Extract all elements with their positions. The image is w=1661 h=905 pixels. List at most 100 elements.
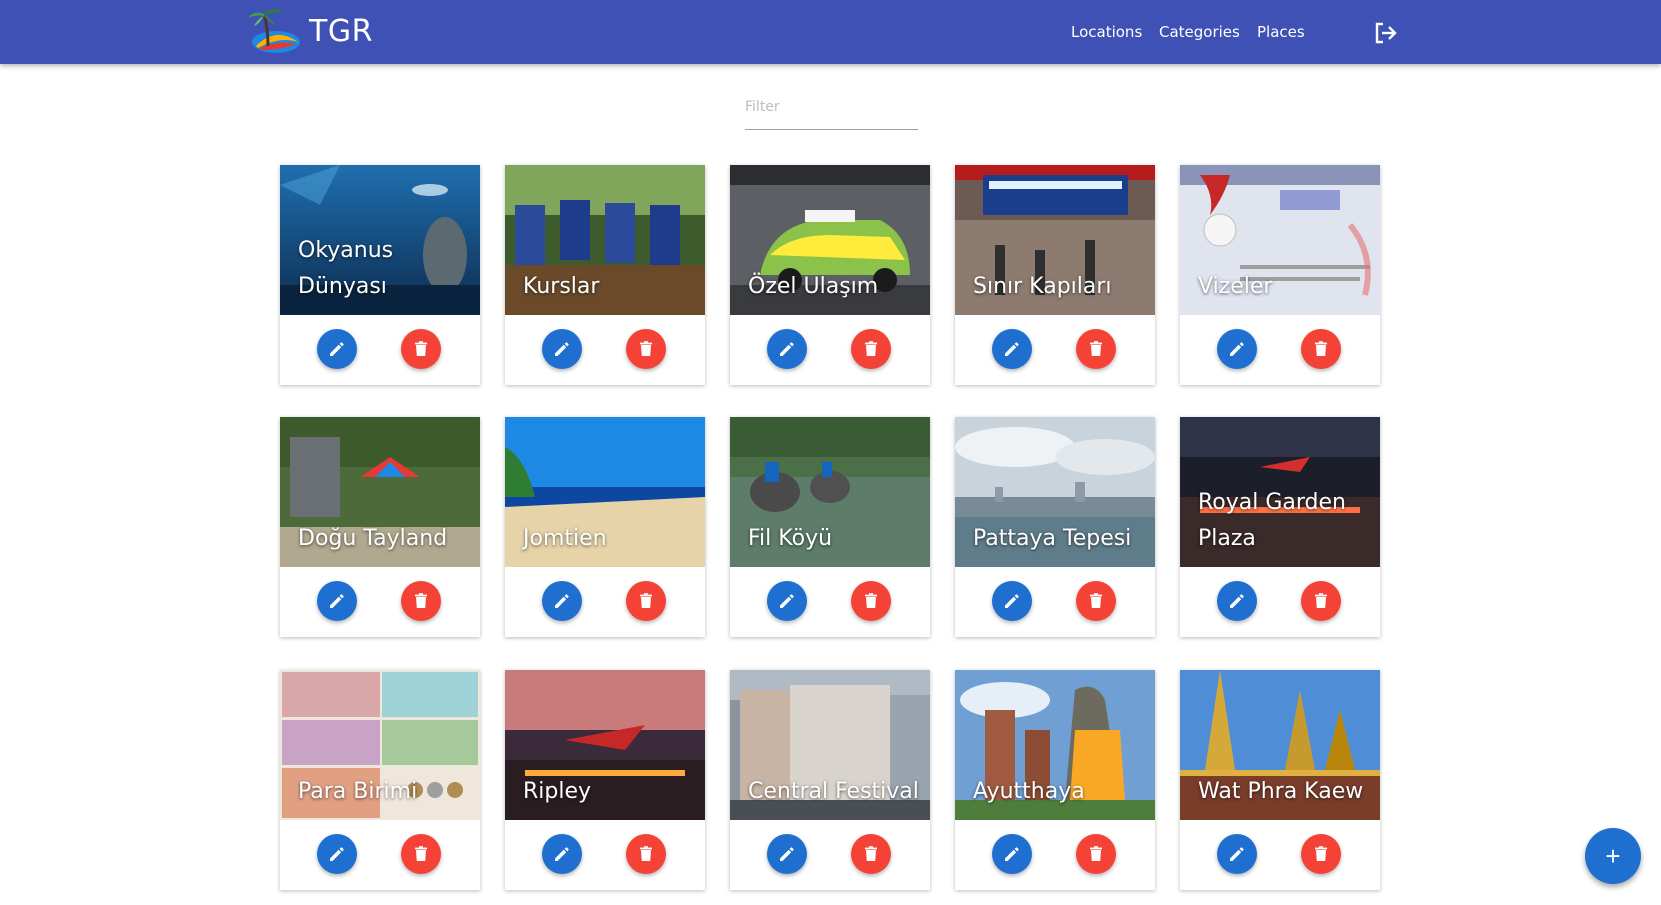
delete-button[interactable] — [401, 581, 441, 621]
edit-button[interactable] — [992, 834, 1032, 874]
trash-icon — [411, 591, 431, 611]
place-title: Ripley — [523, 779, 592, 804]
pencil-icon — [327, 844, 347, 864]
place-image[interactable]: Vizeler — [1180, 165, 1380, 315]
delete-button[interactable] — [1301, 834, 1341, 874]
delete-button[interactable] — [851, 581, 891, 621]
edit-button[interactable] — [542, 329, 582, 369]
place-title: Royal Garden Plaza — [1198, 490, 1346, 551]
place-image[interactable]: Fil Köyü — [730, 417, 930, 567]
pencil-icon — [777, 844, 797, 864]
place-card: Vizeler — [1180, 165, 1380, 385]
delete-button[interactable] — [626, 581, 666, 621]
place-image[interactable]: Para Birimi — [280, 670, 480, 820]
place-image[interactable]: Doğu Tayland — [280, 417, 480, 567]
edit-button[interactable] — [1217, 581, 1257, 621]
add-place-button[interactable]: + — [1585, 828, 1641, 884]
trash-icon — [636, 591, 656, 611]
nav-locations[interactable]: Locations — [1071, 23, 1142, 41]
edit-button[interactable] — [542, 834, 582, 874]
delete-button[interactable] — [401, 834, 441, 874]
delete-button[interactable] — [851, 834, 891, 874]
place-card: Özel Ulaşım — [730, 165, 930, 385]
edit-button[interactable] — [767, 834, 807, 874]
place-card: Doğu Tayland — [280, 417, 480, 637]
place-card: Fil Köyü — [730, 417, 930, 637]
place-title: Özel Ulaşım — [748, 274, 879, 299]
delete-button[interactable] — [851, 329, 891, 369]
edit-button[interactable] — [317, 329, 357, 369]
edit-button[interactable] — [1217, 329, 1257, 369]
delete-button[interactable] — [1076, 329, 1116, 369]
nav-categories[interactable]: Categories — [1159, 23, 1240, 41]
place-image[interactable]: Royal Garden Plaza — [1180, 417, 1380, 567]
place-title: Sınır Kapıları — [973, 274, 1112, 299]
place-image[interactable]: Central Festival — [730, 670, 930, 820]
nav-places[interactable]: Places — [1257, 23, 1305, 41]
place-card: Jomtien — [505, 417, 705, 637]
delete-button[interactable] — [626, 329, 666, 369]
top-navbar: TGR Locations Categories Places — [0, 0, 1661, 64]
trash-icon — [1311, 844, 1331, 864]
place-title: Pattaya Tepesi — [973, 526, 1132, 551]
pencil-icon — [552, 844, 572, 864]
trash-icon — [1311, 591, 1331, 611]
place-image[interactable]: Wat Phra Kaew — [1180, 670, 1380, 820]
trash-icon — [1086, 844, 1106, 864]
pencil-icon — [327, 339, 347, 359]
brand-title[interactable]: TGR — [309, 14, 373, 49]
place-image[interactable]: Ripley — [505, 670, 705, 820]
edit-button[interactable] — [542, 581, 582, 621]
edit-button[interactable] — [992, 329, 1032, 369]
edit-button[interactable] — [317, 581, 357, 621]
place-title: Para Birimi — [298, 779, 418, 804]
delete-button[interactable] — [626, 834, 666, 874]
edit-button[interactable] — [317, 834, 357, 874]
place-image[interactable]: Pattaya Tepesi — [955, 417, 1155, 567]
pencil-icon — [1002, 844, 1022, 864]
edit-button[interactable] — [992, 581, 1032, 621]
edit-button[interactable] — [767, 329, 807, 369]
logout-icon[interactable] — [1374, 22, 1398, 44]
place-title: Central Festival — [748, 779, 919, 804]
delete-button[interactable] — [1076, 834, 1116, 874]
place-image[interactable]: Jomtien — [505, 417, 705, 567]
trash-icon — [1311, 339, 1331, 359]
pencil-icon — [552, 591, 572, 611]
place-card: Ripley — [505, 670, 705, 890]
filter-input[interactable] — [745, 95, 918, 119]
delete-button[interactable] — [1301, 329, 1341, 369]
pencil-icon — [552, 339, 572, 359]
trash-icon — [411, 844, 431, 864]
pencil-icon — [1227, 591, 1247, 611]
place-title: Doğu Tayland — [298, 526, 448, 551]
place-card: Para Birimi — [280, 670, 480, 890]
place-card: Pattaya Tepesi — [955, 417, 1155, 637]
place-card: Royal Garden Plaza — [1180, 417, 1380, 637]
place-image[interactable]: Kurslar — [505, 165, 705, 315]
trash-icon — [1086, 591, 1106, 611]
place-image[interactable]: Özel Ulaşım — [730, 165, 930, 315]
pencil-icon — [1002, 591, 1022, 611]
palm-logo-icon[interactable] — [246, 6, 302, 56]
trash-icon — [411, 339, 431, 359]
pencil-icon — [1227, 339, 1247, 359]
place-image[interactable]: Sınır Kapıları — [955, 165, 1155, 315]
delete-button[interactable] — [401, 329, 441, 369]
plus-icon: + — [1605, 841, 1621, 871]
pencil-icon — [1002, 339, 1022, 359]
edit-button[interactable] — [767, 581, 807, 621]
filter-field — [745, 95, 918, 130]
place-title: Kurslar — [523, 274, 600, 299]
place-image[interactable]: Ayutthaya — [955, 670, 1155, 820]
place-card: Wat Phra Kaew — [1180, 670, 1380, 890]
place-title: Wat Phra Kaew — [1198, 779, 1364, 804]
place-title: Vizeler — [1198, 274, 1273, 299]
place-title: Fil Köyü — [748, 526, 833, 551]
delete-button[interactable] — [1301, 581, 1341, 621]
delete-button[interactable] — [1076, 581, 1116, 621]
place-image[interactable]: Okyanus Dünyası — [280, 165, 480, 315]
place-title: Ayutthaya — [973, 779, 1085, 804]
edit-button[interactable] — [1217, 834, 1257, 874]
place-card: Okyanus Dünyası — [280, 165, 480, 385]
